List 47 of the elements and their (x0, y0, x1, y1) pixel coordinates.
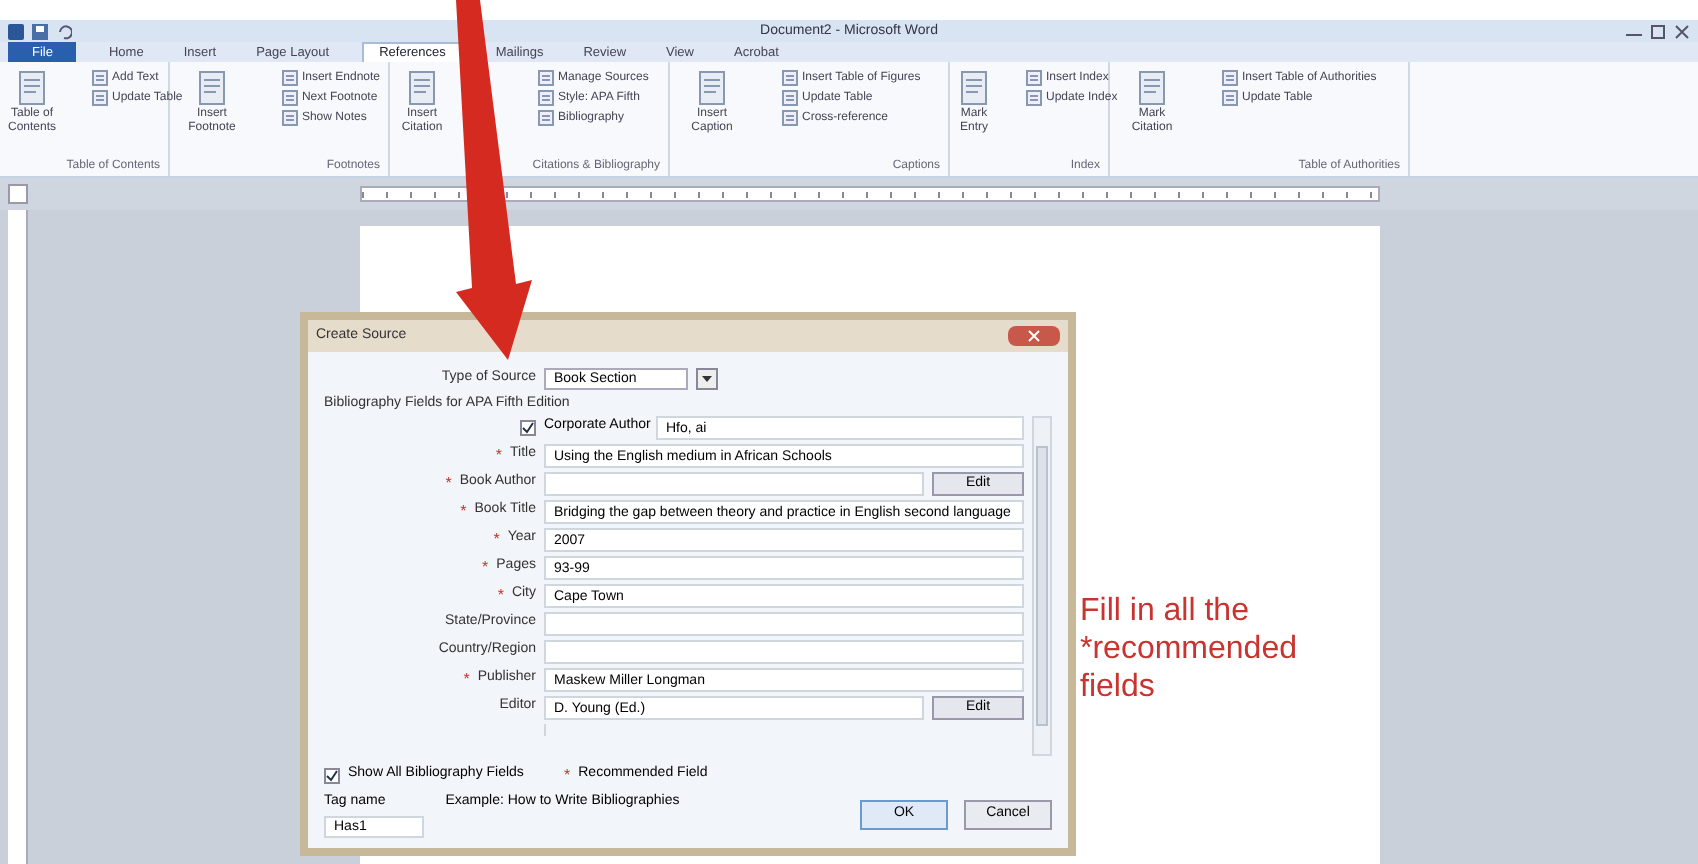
required-mark: * (493, 527, 500, 551)
list-icon (281, 70, 298, 86)
list-icon (1026, 90, 1042, 106)
document-icon (696, 70, 728, 106)
checkbox[interactable] (324, 767, 340, 783)
close-button[interactable] (1008, 326, 1060, 346)
scrollbar[interactable] (1032, 415, 1052, 755)
required-mark: * (497, 583, 504, 607)
list-icon (782, 70, 798, 86)
save-icon (32, 23, 48, 39)
list-icon (281, 110, 298, 126)
undo-icon (56, 23, 72, 39)
list-icon (1222, 90, 1238, 106)
maximize-icon (1650, 23, 1666, 39)
document-icon (16, 70, 48, 106)
document-icon (958, 70, 990, 106)
close-icon (1028, 330, 1040, 342)
list-icon (538, 90, 554, 106)
check-icon (522, 421, 534, 433)
annotation-text: Fill in all the *recommended fields (1080, 592, 1299, 706)
list-icon (1026, 70, 1042, 86)
document-icon (1136, 70, 1168, 106)
check-icon (326, 769, 338, 781)
document-icon (195, 70, 228, 106)
list-icon (92, 70, 109, 86)
checkbox[interactable] (520, 419, 536, 435)
list-icon (281, 90, 298, 106)
input-field[interactable] (544, 639, 1024, 663)
list-icon (538, 110, 554, 126)
list-icon (782, 90, 798, 106)
list-icon (538, 70, 554, 86)
list-icon (92, 90, 109, 106)
list-icon (1222, 70, 1238, 86)
required-mark: * (495, 443, 503, 467)
input-field[interactable] (544, 471, 924, 495)
input-field[interactable] (544, 611, 1024, 635)
ruler-toggle[interactable] (8, 184, 28, 204)
document-icon (406, 70, 438, 106)
required-mark: * (460, 499, 467, 523)
required-mark: * (463, 667, 470, 691)
list-icon (782, 110, 798, 126)
required-mark: * (482, 555, 489, 579)
close-icon (1674, 23, 1690, 39)
required-mark: * (564, 763, 571, 787)
scrollbar-thumb[interactable] (1036, 445, 1048, 725)
word-icon (8, 23, 24, 39)
required-mark: * (445, 471, 452, 495)
